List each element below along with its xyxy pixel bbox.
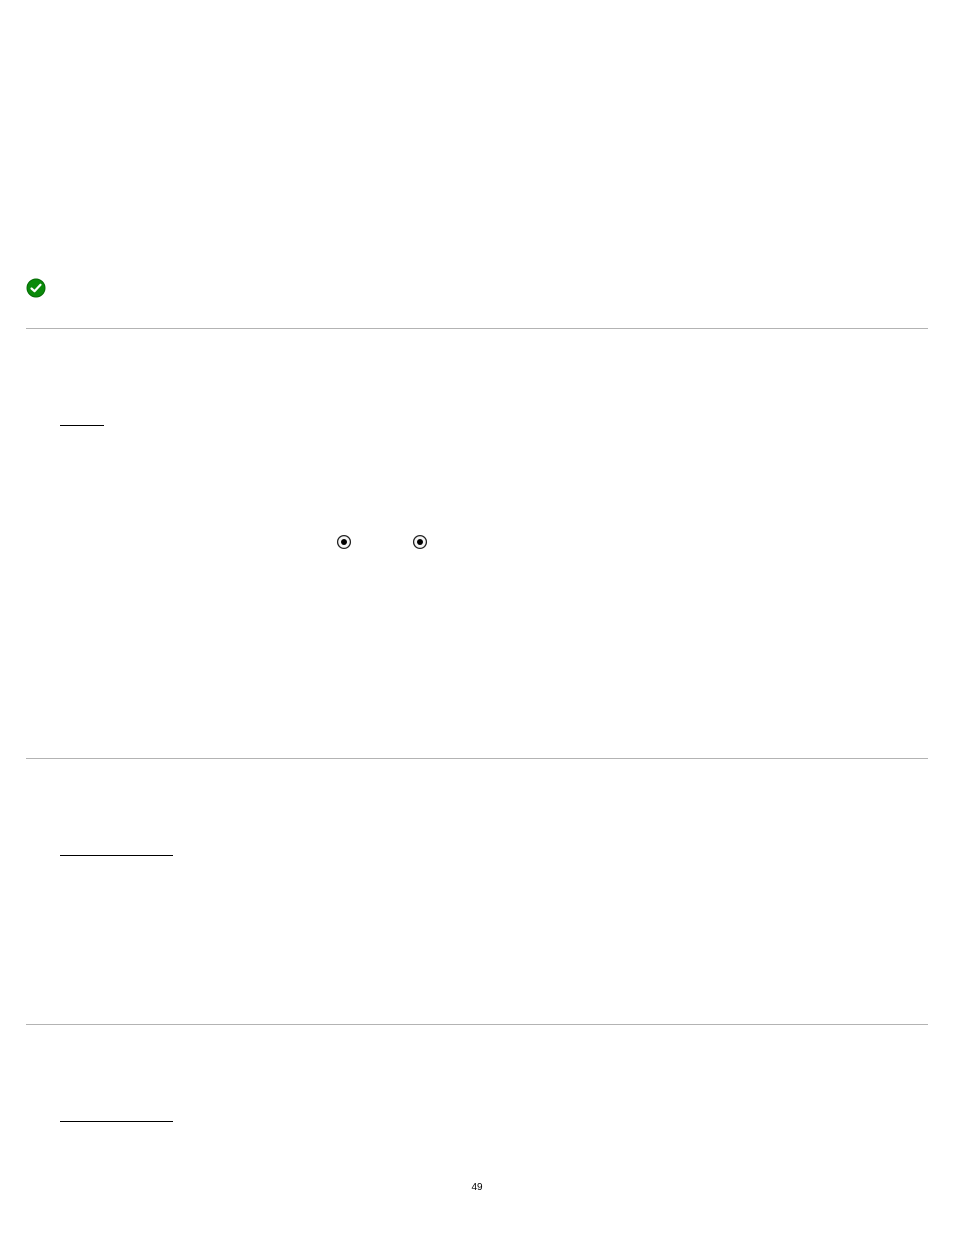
document-page: x x x [0, 0, 954, 1235]
field-underline-row [60, 1121, 928, 1122]
divider [26, 328, 928, 329]
check-circle-icon [26, 278, 46, 298]
divider [26, 758, 928, 759]
divider [26, 1024, 928, 1025]
radio-selected-icon[interactable] [336, 534, 352, 550]
page-number: 49 [0, 1182, 954, 1193]
radio-row [336, 534, 928, 550]
field-underline [60, 1121, 173, 1122]
bullet-list: x x x [26, 66, 928, 126]
check-row [26, 278, 928, 298]
field-underline [60, 425, 104, 426]
field-underline-row [60, 425, 928, 426]
radio-selected-icon[interactable] [412, 534, 428, 550]
